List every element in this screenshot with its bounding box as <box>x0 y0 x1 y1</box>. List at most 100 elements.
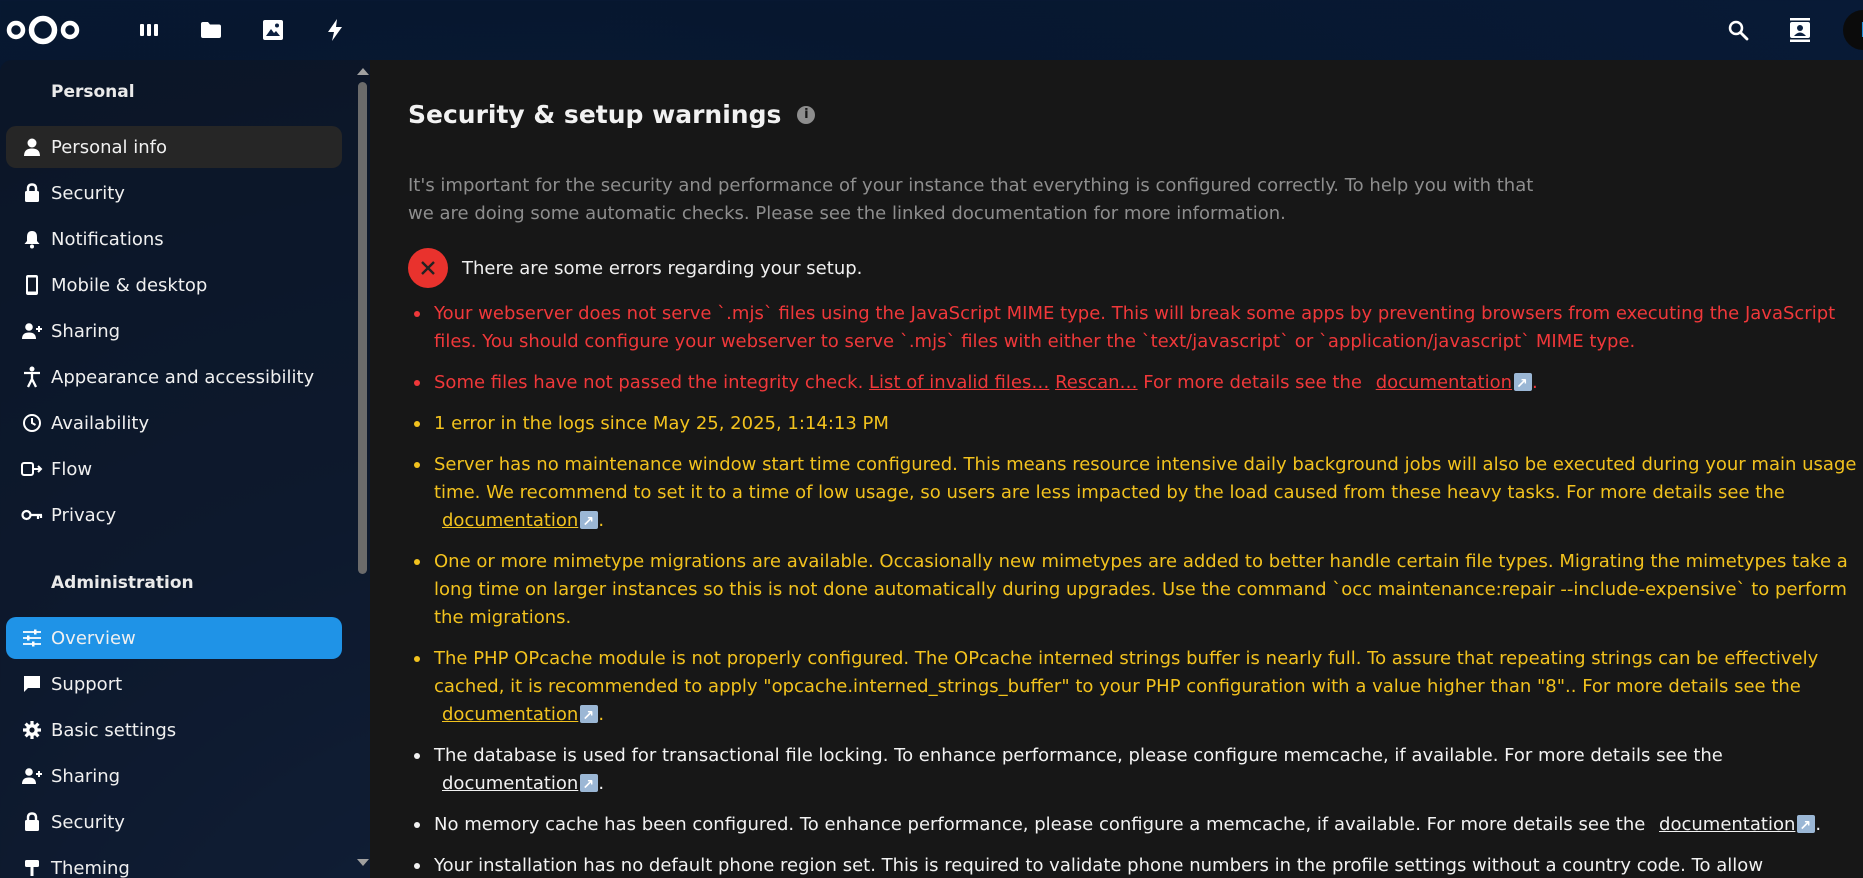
sidebar-item-notifications[interactable]: Notifications <box>6 218 342 260</box>
documentation-link[interactable]: documentation <box>442 508 599 536</box>
sidebar-item-security[interactable]: Security <box>6 172 342 214</box>
list-item: Your installation has no default phone r… <box>408 852 1858 878</box>
warning-tail: . <box>598 773 605 794</box>
page-title: Security & setup warnings i <box>408 100 816 129</box>
warning-text: No memory cache has been configured. To … <box>434 814 1646 835</box>
search-icon[interactable] <box>1707 10 1769 50</box>
phone-icon <box>13 274 51 296</box>
sidebar-item-appearance[interactable]: Appearance and accessibility <box>6 356 342 398</box>
documentation-link[interactable]: documentation <box>442 771 599 799</box>
sidebar-item-label: Sharing <box>51 765 121 787</box>
sidebar-item-mobile-desktop[interactable]: Mobile & desktop <box>6 264 342 306</box>
rescan-link[interactable]: Rescan… <box>1055 372 1138 393</box>
image-icon[interactable] <box>242 12 304 48</box>
sidebar-item-availability[interactable]: Availability <box>6 402 342 444</box>
error-heading: There are some errors regarding your set… <box>408 248 862 288</box>
avatar[interactable]: I <box>1843 10 1863 50</box>
error-heading-text: There are some errors regarding your set… <box>462 257 863 279</box>
sidebar-item-label: Theming <box>51 857 130 878</box>
sidebar-item-label: Notifications <box>51 228 164 250</box>
list-item: No memory cache has been configured. To … <box>408 811 1858 840</box>
accessibility-icon <box>13 366 51 388</box>
documentation-link[interactable]: documentation <box>1659 812 1816 840</box>
bell-icon <box>13 229 51 249</box>
sidebar-item-label: Privacy <box>51 504 117 526</box>
intro-text: It's important for the security and perf… <box>408 175 1534 224</box>
sidebar-scrollbar[interactable] <box>355 60 370 878</box>
nextcloud-logo-icon[interactable] <box>5 14 81 46</box>
sidebar-item-personal-info[interactable]: Personal info <box>6 126 342 168</box>
sidebar-item-label: Security <box>51 811 125 833</box>
sidebar-item-sharing[interactable]: Sharing <box>6 310 342 352</box>
warning-text: Your webserver does not serve `.mjs` fil… <box>434 303 1836 352</box>
sidebar-item-label: Overview <box>51 627 136 649</box>
warning-tail: . <box>1815 814 1822 835</box>
warning-text: Your installation has no default phone r… <box>434 855 1764 876</box>
list-item: Some files have not passed the integrity… <box>408 369 1858 398</box>
documentation-link-label: documentation <box>442 704 579 725</box>
sidebar-item-label: Mobile & desktop <box>51 274 208 296</box>
contacts-icon[interactable] <box>1769 10 1831 50</box>
sidebar-item-flow[interactable]: Flow <box>6 448 342 490</box>
documentation-link-label: documentation <box>442 510 579 531</box>
external-link-icon <box>1514 370 1533 398</box>
external-link-icon <box>1797 812 1816 840</box>
folder-icon[interactable] <box>180 12 242 48</box>
key-icon <box>13 508 51 522</box>
warning-list: Your webserver does not serve `.mjs` fil… <box>408 300 1858 878</box>
warning-text: 1 error in the logs since May 25, 2025, … <box>434 413 889 434</box>
documentation-link[interactable]: documentation <box>442 702 599 730</box>
share-icon <box>13 767 51 785</box>
section-title-personal: Personal <box>51 82 135 102</box>
list-item: The PHP OPcache module is not properly c… <box>408 645 1858 730</box>
invalid-files-link[interactable]: List of invalid files… <box>869 372 1049 393</box>
warning-tail: . <box>1532 372 1538 393</box>
scroll-up-arrow-icon[interactable] <box>357 68 369 75</box>
sidebar-item-support[interactable]: Support <box>6 663 342 705</box>
main-content: Security & setup warnings i It's importa… <box>370 60 1863 878</box>
list-item: Your webserver does not serve `.mjs` fil… <box>408 300 1858 356</box>
documentation-link[interactable]: documentation <box>1376 370 1533 398</box>
warning-text: Server has no maintenance window start t… <box>434 454 1857 503</box>
sidebar-item-label: Security <box>51 182 125 204</box>
warning-tail: . <box>598 704 605 725</box>
info-icon[interactable]: i <box>797 105 816 124</box>
scrollbar-thumb[interactable] <box>358 82 367 574</box>
sidebar-item-label: Flow <box>51 458 93 480</box>
sidebar-item-label: Availability <box>51 412 150 434</box>
gear-icon <box>13 720 51 740</box>
warning-text: One or more mimetype migrations are avai… <box>434 551 1848 628</box>
documentation-link-label: documentation <box>442 773 579 794</box>
sidebar-item-label: Basic settings <box>51 719 177 741</box>
lightning-icon[interactable] <box>304 12 366 48</box>
sidebar-item-label: Appearance and accessibility <box>51 366 315 388</box>
warning-text: The PHP OPcache module is not properly c… <box>434 648 1819 697</box>
top-header: I <box>0 0 1863 60</box>
external-link-icon <box>580 508 599 536</box>
person-icon <box>13 137 51 157</box>
warning-text: For more details see the <box>1143 372 1362 393</box>
dashboard-icon[interactable] <box>118 12 180 48</box>
lock-icon <box>13 812 51 832</box>
list-item: The database is used for transactional f… <box>408 742 1858 799</box>
clock-icon <box>13 413 51 433</box>
tune-icon <box>13 629 51 647</box>
sidebar-item-privacy[interactable]: Privacy <box>6 494 342 536</box>
sidebar-item-label: Sharing <box>51 320 121 342</box>
sidebar-item-admin-security[interactable]: Security <box>6 801 342 843</box>
scroll-down-arrow-icon[interactable] <box>357 859 369 866</box>
sidebar-item-theming[interactable]: Theming <box>6 847 342 878</box>
warning-text: The database is used for transactional f… <box>434 745 1723 766</box>
external-link-icon <box>580 771 599 799</box>
sidebar-item-basic-settings[interactable]: Basic settings <box>6 709 342 751</box>
list-item: One or more mimetype migrations are avai… <box>408 548 1858 632</box>
list-item: 1 error in the logs since May 25, 2025, … <box>408 410 1858 438</box>
list-item: Server has no maintenance window start t… <box>408 451 1858 536</box>
settings-sidebar: Personal Personal info Security Notifica… <box>0 60 370 878</box>
sidebar-item-label: Support <box>51 673 123 695</box>
sidebar-item-admin-sharing[interactable]: Sharing <box>6 755 342 797</box>
sidebar-item-label: Personal info <box>51 136 167 158</box>
lock-icon <box>13 183 51 203</box>
chat-icon <box>13 674 51 694</box>
sidebar-item-overview[interactable]: Overview <box>6 617 342 659</box>
